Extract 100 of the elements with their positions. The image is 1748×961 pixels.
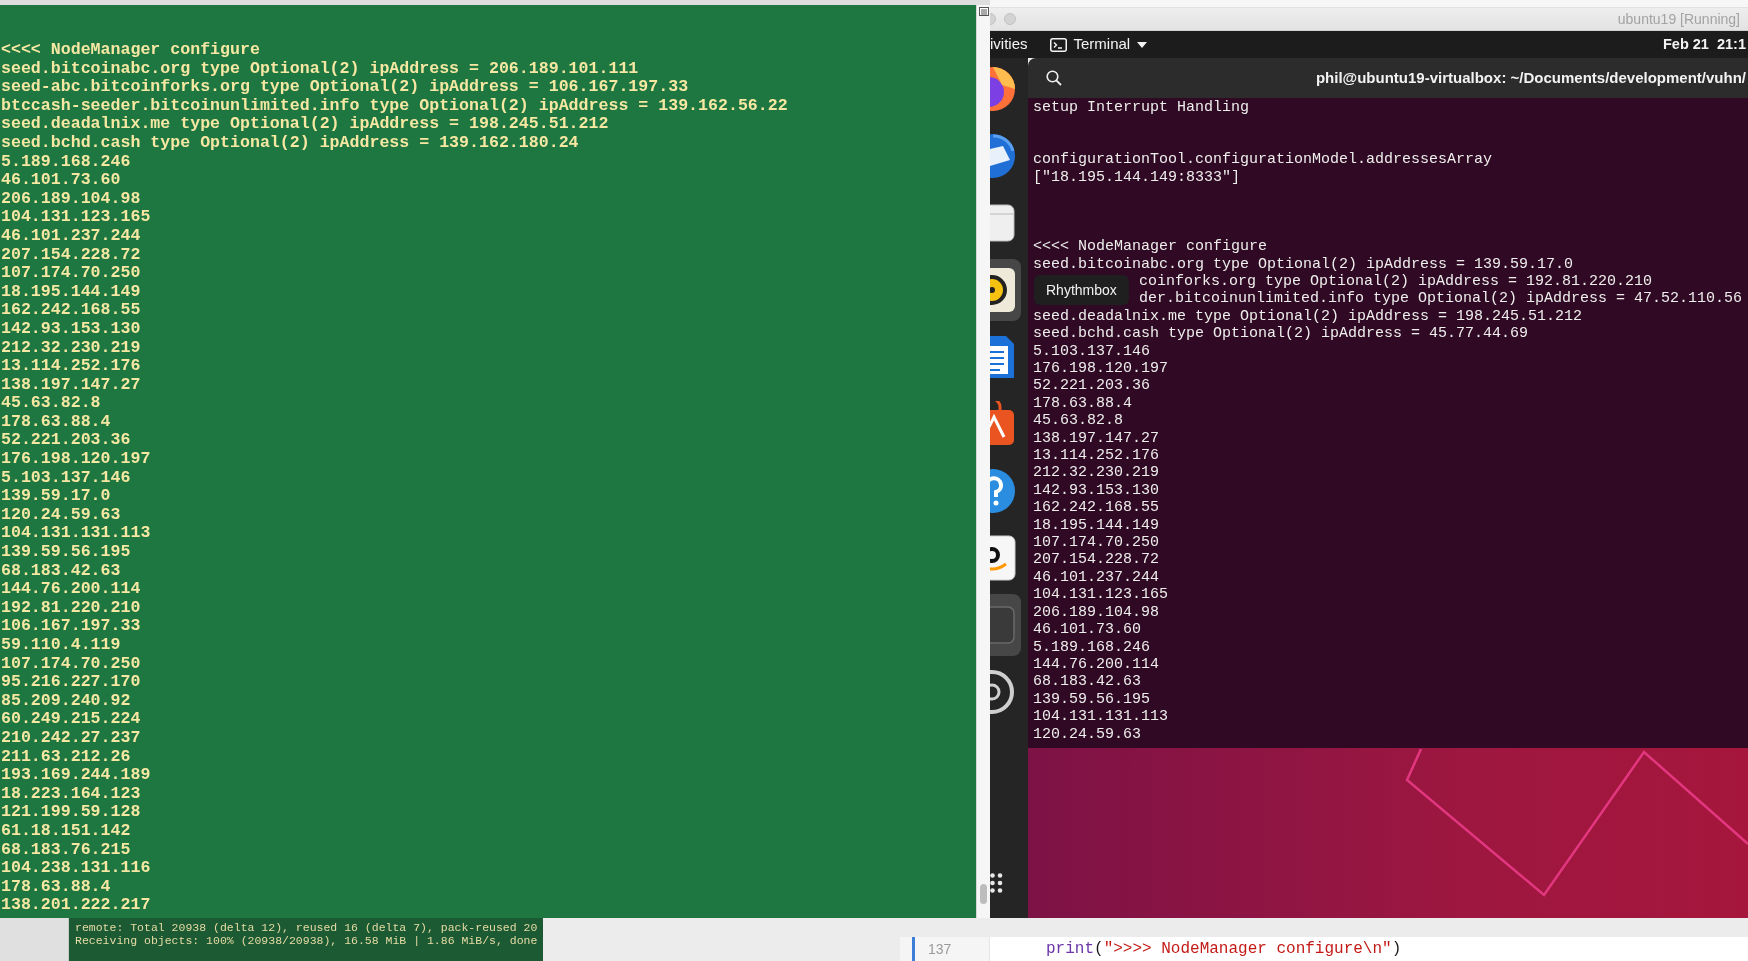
terminal-icon <box>1049 37 1067 52</box>
terminal-line: 5.103.137.146 <box>1033 342 1151 360</box>
terminal-line: ["18.195.144.149:8333"] <box>1033 168 1241 186</box>
terminal-line: 60.249.215.224 <box>1 710 141 729</box>
window-control-dot[interactable] <box>1004 13 1016 25</box>
terminal-line: seed.bchd.cash type Optional(2) ipAddress = 139.162.180.24 <box>1 133 579 153</box>
globe-icon <box>990 66 1016 112</box>
terminal-line: 207.154.228.72 <box>1033 551 1160 569</box>
terminal-line: 68.183.76.215 <box>1 840 131 860</box>
terminal-line: 5.189.168.246 <box>1033 638 1151 656</box>
shopping-bag-icon <box>990 401 1016 447</box>
terminal-line: 18.195.144.149 <box>1 282 141 302</box>
terminal-line: 193.169.244.189 <box>1 766 151 785</box>
terminal-line: 138.201.222.217 <box>1 896 151 915</box>
terminal-line: seed.bitcoinabc.org type Optional(2) ipAddress = 139.59.17.0 <box>1033 255 1574 273</box>
terminal-line: 176.198.120.197 <box>1033 360 1169 378</box>
terminal-line: seed.deadalnix.me type Optional(2) ipAddress = 198.245.51.212 <box>1033 307 1583 326</box>
terminal-line: 144.76.200.114 <box>1 580 141 599</box>
lines-box-icon[interactable] <box>978 7 989 16</box>
terminal-line: 104.131.131.113 <box>1033 708 1169 726</box>
window-title: ubuntu19 [Running] <box>1617 9 1740 29</box>
terminal-line: 5.103.137.146 <box>1 468 131 488</box>
terminal-line: 104.131.123.165 <box>1 208 151 227</box>
terminal-line: btccash-seeder.bitcoinunlimited.info type Optional(2) ipAddress = 139.162.56.22 <box>1 96 788 116</box>
terminal-line: 46.101.237.244 <box>1033 568 1160 587</box>
line-marker-icon <box>912 937 915 961</box>
terminal-line: 85.209.240.92 <box>1 691 131 711</box>
terminal-line: 107.174.70.250 <box>1 264 141 283</box>
terminal-line: 162.242.168.55 <box>1 301 141 320</box>
app-menu-button[interactable]: Terminal <box>1047 33 1150 56</box>
terminal-line: <<<< NodeManager configure <box>1 41 260 60</box>
terminal-line: seed-abc.bitcoinforks.org type Optional(2) ipAddress = 106.167.197.33 <box>1 78 689 97</box>
terminal-line: 45.63.82.8 <box>1 394 101 413</box>
terminal-line: <<<< NodeManager configure <box>1033 238 1268 256</box>
terminal-line: 18.223.164.123 <box>1 784 141 804</box>
code-line: print(">>>> NodeManager configure\n") <box>1046 939 1402 960</box>
terminal-line: 192.81.220.210 <box>1 598 141 618</box>
terminal-line: 13.114.252.176 <box>1033 447 1160 465</box>
tooltip: Rhythmbox <box>1034 275 1129 305</box>
line-number: 137 <box>928 939 952 959</box>
terminal-line: 104.131.131.113 <box>1 524 151 544</box>
dock-item[interactable] <box>990 259 1021 321</box>
terminal-line: seed.bitcoinabc.org type Optional(2) ipAddress = 206.189.101.111 <box>1 59 639 79</box>
terminal-title: phil@ubuntu19-virtualbox: ~/Documents/development/vuhn/ <box>1315 67 1747 88</box>
terminal-line: 207.154.228.72 <box>1 245 141 265</box>
terminal-line: 138.197.147.27 <box>1 375 141 395</box>
scrollbar[interactable] <box>976 5 990 918</box>
smile-tile-icon <box>990 535 1016 581</box>
terminal-line: 120.24.59.63 <box>1033 725 1142 743</box>
terminal-line: 178.63.88.4 <box>1 877 111 897</box>
terminal-line: 138.197.147.27 <box>1033 429 1160 448</box>
terminal-line: 95.216.227.170 <box>1 673 141 692</box>
terminal-line: 206.189.104.98 <box>1033 603 1160 622</box>
terminal-line: 142.93.153.130 <box>1033 481 1160 500</box>
terminal-line: 46.101.73.60 <box>1 171 121 190</box>
terminal-line: 210.242.27.237 <box>1 728 141 748</box>
terminal-line: 52.221.203.36 <box>1033 377 1151 395</box>
terminal-line: 68.183.42.63 <box>1 561 121 581</box>
terminal-line: coinforks.org type Optional(2) ipAddress = 192.81.220.210 <box>1139 273 1653 291</box>
terminal-line: 46.101.237.244 <box>1 226 141 246</box>
terminal-line: 104.131.123.165 <box>1033 586 1169 604</box>
terminal-line: 68.183.42.63 <box>1033 673 1142 691</box>
terminal-line: remote: Total 20938 (delta 12), reused 16 (delta 7), pack-reused 20 <box>75 921 538 934</box>
terminal-line: 139.59.56.195 <box>1 543 131 562</box>
search-icon[interactable] <box>1046 70 1062 86</box>
help-icon <box>990 468 1016 514</box>
scroll-thumb[interactable] <box>980 884 987 904</box>
terminal-line: 13.114.252.176 <box>1 357 141 376</box>
terminal-line: 144.76.200.114 <box>1033 655 1160 674</box>
terminal-line: 61.18.151.142 <box>1 821 131 841</box>
terminal-line: seed.bchd.cash type Optional(2) ipAddress = 45.77.44.69 <box>1033 325 1529 343</box>
terminal-line: 178.63.88.4 <box>1033 394 1133 413</box>
terminal-line: 107.174.70.250 <box>1033 534 1160 552</box>
terminal-line: 206.189.104.98 <box>1 189 141 209</box>
terminal-line: 18.195.144.149 <box>1033 516 1160 535</box>
activities-button[interactable]: ivities <box>990 33 1028 56</box>
terminal-line: 107.174.70.250 <box>1 654 141 674</box>
terminal-line: 162.242.168.55 <box>1033 499 1160 517</box>
terminal-line: 121.199.59.128 <box>1 803 141 822</box>
terminal-line: der.bitcoinunlimited.info type Optional(2) ipAddress = 47.52.110.56 <box>1139 290 1743 308</box>
terminal-line: 211.63.212.26 <box>1 747 131 767</box>
envelope-globe-icon <box>990 133 1016 179</box>
app-grid-icon[interactable] <box>990 873 1004 893</box>
clock-label[interactable]: Feb 21 21:1 <box>1663 33 1748 56</box>
document-icon <box>990 334 1016 380</box>
terminal-line: Receiving objects: 100% (20938/20938), 16.58 MiB | 1.86 MiB/s, done <box>75 934 538 947</box>
terminal-line: 212.32.230.219 <box>1033 464 1160 482</box>
terminal-line: 178.63.88.4 <box>1 412 111 432</box>
terminal-line: 120.24.59.63 <box>1 505 121 525</box>
terminal-line: configurationTool.configurationModel.addressesArray <box>1033 151 1493 169</box>
terminal-line: 142.93.153.130 <box>1 319 141 339</box>
terminal-line: 59.110.4.119 <box>1 636 121 655</box>
speaker-icon <box>990 267 1016 313</box>
terminal-line: 176.198.120.197 <box>1 450 151 469</box>
terminal-line: 139.59.17.0 <box>1 487 111 506</box>
terminal-line: 5.189.168.246 <box>1 152 131 172</box>
caret-icon <box>1137 41 1148 48</box>
terminal-line: seed.deadalnix.me type Optional(2) ipAddress = 198.245.51.212 <box>1 115 609 134</box>
terminal-line: setup Interrupt Handling <box>1033 99 1250 117</box>
terminal-line: 139.59.56.195 <box>1033 690 1151 709</box>
